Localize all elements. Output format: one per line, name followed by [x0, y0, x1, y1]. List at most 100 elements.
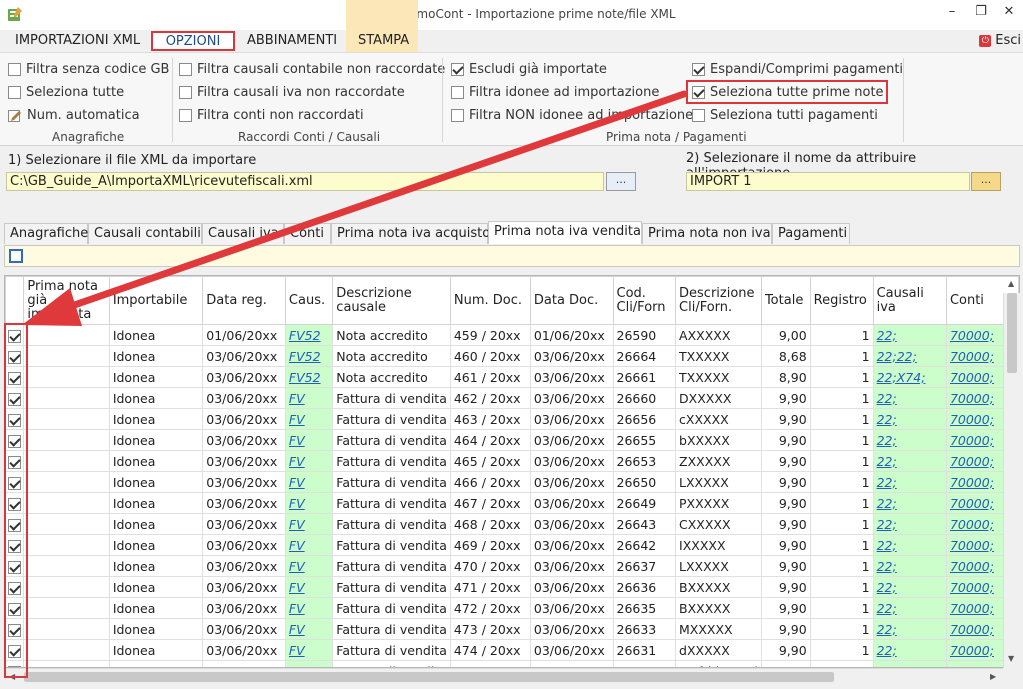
tab-anagrafiche[interactable]: Anagrafiche: [4, 223, 88, 244]
cell-caus[interactable]: FV52: [284, 366, 334, 388]
cell-civa[interactable]: 22;: [872, 576, 947, 598]
column-header[interactable]: Descrizione Cli/Forn.: [675, 276, 762, 325]
tab-prima-nota-non-iva[interactable]: Prima nota non iva: [642, 223, 772, 244]
cell-caus[interactable]: FV52: [284, 345, 334, 367]
tab-opzioni[interactable]: OPZIONI: [151, 31, 235, 51]
cell-civa[interactable]: 22;: [872, 387, 947, 409]
cell-civa[interactable]: 22;: [872, 660, 947, 667]
minimize-icon[interactable]: –: [943, 4, 961, 20]
cell-civa[interactable]: 22;: [872, 450, 947, 472]
tab-importazioni-xml[interactable]: IMPORTAZIONI XML: [15, 31, 140, 51]
column-header[interactable]: Caus.: [284, 276, 334, 325]
cell-civa[interactable]: 22;: [872, 408, 947, 430]
column-header[interactable]: Totale: [760, 276, 811, 325]
table-row[interactable]: Idonea 03/06/20xx FV Fattura di vendita 462 …: [5, 387, 1019, 409]
scroll-down-icon[interactable]: ▼: [1008, 654, 1014, 663]
scroll-right-icon[interactable]: ▶: [990, 672, 996, 681]
restore-icon[interactable]: ❐: [972, 4, 990, 20]
tab-causali-iva[interactable]: Causali iva: [202, 223, 284, 244]
column-header[interactable]: Importabile: [108, 276, 204, 325]
cell-caus[interactable]: FV52: [284, 324, 334, 346]
checkbox[interactable]: [692, 109, 705, 122]
column-header[interactable]: Num. Doc.: [449, 276, 531, 325]
column-header[interactable]: Cod. Cli/Forn: [612, 276, 677, 325]
cell-civa[interactable]: 22;: [872, 618, 947, 640]
cell-caus[interactable]: FV: [284, 555, 334, 577]
tab-pagamenti[interactable]: Pagamenti: [772, 223, 850, 244]
option-espandi-comprimi[interactable]: Espandi/Comprimi pagamenti: [692, 62, 903, 77]
cell-civa[interactable]: 22;: [872, 555, 947, 577]
table-row[interactable]: Idonea 03/06/20xx FV Fattura di vendita 468 …: [5, 513, 1019, 535]
checkbox[interactable]: [451, 109, 464, 122]
checkbox[interactable]: [8, 63, 21, 76]
vertical-scrollbar[interactable]: ▲ ▼: [1003, 279, 1020, 668]
tab-stampa[interactable]: STAMPA: [358, 31, 409, 51]
table-row[interactable]: Idonea 03/06/20xx FV Fattura di vendita 469 …: [5, 534, 1019, 556]
column-header[interactable]: Registro: [809, 276, 874, 325]
column-header[interactable]: Data Doc.: [529, 276, 614, 325]
table-row[interactable]: Idonea 03/06/20xx FV Fattura di vendita 464 …: [5, 429, 1019, 451]
cell-caus[interactable]: FV: [284, 471, 334, 493]
cell-civa[interactable]: 22;: [872, 597, 947, 619]
table-row[interactable]: Idonea 03/06/20xx FV Fattura di vendita 474 …: [5, 639, 1019, 661]
column-header[interactable]: Descrizione causale: [332, 276, 451, 325]
table-row[interactable]: Idonea 03/06/20xx FV Fattura di vendita 472 …: [5, 597, 1019, 619]
checkbox[interactable]: [179, 63, 192, 76]
vertical-scroll-thumb[interactable]: [1007, 293, 1017, 373]
checkbox[interactable]: [451, 86, 464, 99]
cell-civa[interactable]: 22;: [872, 492, 947, 514]
cell-civa[interactable]: 22;: [872, 471, 947, 493]
table-row[interactable]: Idonea 03/06/20xx FV Fattura di vendita 463 …: [5, 408, 1019, 430]
checkbox[interactable]: [179, 109, 192, 122]
option-seleziona-tutti-pagamenti[interactable]: Seleziona tutti pagamenti: [692, 108, 878, 123]
table-row[interactable]: Idonea 03/06/20xx FV Fattura di vendita 467 …: [5, 492, 1019, 514]
option-escludi-gia-importate[interactable]: Escludi già importate: [451, 62, 607, 77]
cell-civa[interactable]: 22;: [872, 639, 947, 661]
cell-caus[interactable]: FV: [284, 429, 334, 451]
column-header[interactable]: Causali iva: [872, 276, 947, 325]
cell-civa[interactable]: 22;: [872, 513, 947, 535]
tab-prima-nota-iva-acquisto[interactable]: Prima nota iva acquisto: [331, 223, 490, 244]
cell-caus[interactable]: FV: [284, 450, 334, 472]
column-header[interactable]: [5, 276, 25, 325]
table-row[interactable]: Idonea 01/06/20xx FV52 Nota accredito 459 / …: [5, 324, 1019, 346]
option-filtra-conti[interactable]: Filtra conti non raccordati: [179, 108, 364, 123]
table-row[interactable]: Idonea 03/06/20xx FV Fattura di vendita 471 …: [5, 576, 1019, 598]
checkbox-checked[interactable]: [451, 63, 464, 76]
table-row[interactable]: Idonea 03/06/20xx FV Fattura di vendita 465 …: [5, 450, 1019, 472]
close-icon[interactable]: ✕: [1000, 4, 1018, 20]
cell-civa[interactable]: 22;22;: [872, 345, 947, 367]
table-row[interactable]: Idonea 03/06/20xx FV Fattura di vendita 473 …: [5, 618, 1019, 640]
scroll-up-icon[interactable]: ▲: [1008, 279, 1014, 288]
column-header[interactable]: Prima nota già importata: [23, 276, 110, 325]
cell-caus[interactable]: FV: [284, 576, 334, 598]
cell-civa[interactable]: 22;X74;: [872, 366, 947, 388]
checkbox-checked[interactable]: [692, 63, 705, 76]
select-all-checkbox[interactable]: [9, 249, 23, 263]
cell-caus[interactable]: FV: [284, 639, 334, 661]
file-path-field[interactable]: C:\GB_Guide_A\ImportaXML\ricevutefiscali…: [6, 172, 604, 191]
horizontal-scrollbar[interactable]: ◀ ▶: [4, 668, 1003, 685]
cell-caus[interactable]: FV: [284, 597, 334, 619]
browse-file-button[interactable]: ...: [606, 172, 636, 191]
cell-civa[interactable]: 22;: [872, 324, 947, 346]
cell-caus[interactable]: FV: [284, 513, 334, 535]
option-filtra-causali-iva[interactable]: Filtra causali iva non raccordate: [179, 85, 405, 100]
tab-causali-contabili[interactable]: Causali contabili: [88, 223, 202, 244]
cell-caus[interactable]: FV: [284, 660, 334, 667]
table-row[interactable]: Idonea 03/06/20xx FV52 Nota accredito 460 / …: [5, 345, 1019, 367]
cell-caus[interactable]: FV: [284, 618, 334, 640]
tab-abbinamenti[interactable]: ABBINAMENTI: [247, 31, 337, 51]
checkbox[interactable]: [8, 86, 21, 99]
option-seleziona-tutte[interactable]: Seleziona tutte: [8, 85, 124, 100]
browse-import-name-button[interactable]: ...: [971, 172, 1001, 191]
table-row[interactable]: Idonea 03/06/20xx FV52 Nota accredito 461 / …: [5, 366, 1019, 388]
option-filtra-non-idonee[interactable]: Filtra NON idonee ad importazione: [451, 108, 693, 123]
tab-prima-nota-iva-vendita[interactable]: Prima nota iva vendita: [488, 221, 642, 244]
cell-caus[interactable]: FV: [284, 387, 334, 409]
cell-caus[interactable]: FV: [284, 492, 334, 514]
table-row[interactable]: 03/06/2017FVFattura di vendita475 / 2017…: [5, 660, 1019, 667]
table-row[interactable]: Idonea 03/06/20xx FV Fattura di vendita 470 …: [5, 555, 1019, 577]
option-filtra-idonee[interactable]: Filtra idonee ad importazione: [451, 85, 659, 100]
cell-caus[interactable]: FV: [284, 534, 334, 556]
